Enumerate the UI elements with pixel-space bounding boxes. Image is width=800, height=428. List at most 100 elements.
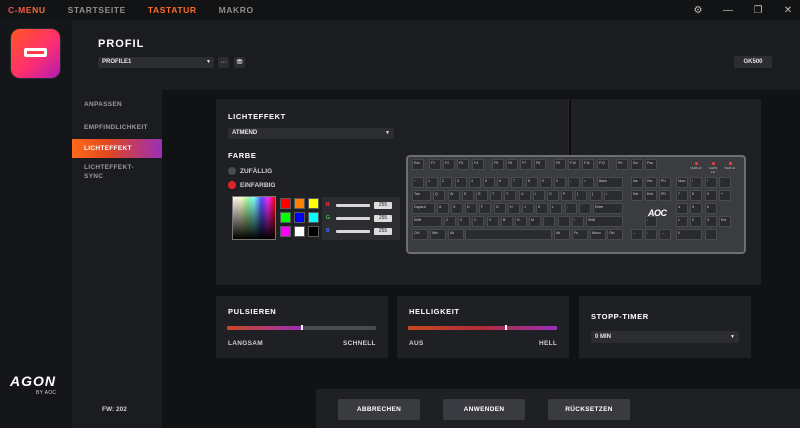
keyboard-key[interactable]: 8 xyxy=(526,177,538,188)
keyboard-key[interactable]: Y xyxy=(504,190,516,201)
keyboard-key[interactable]: H xyxy=(508,203,520,214)
keyboard-key[interactable]: ; xyxy=(565,203,577,214)
keyboard-key[interactable]: 1 xyxy=(426,177,438,188)
keyboard-key[interactable]: I xyxy=(533,190,545,201)
keyboard-key[interactable]: CapsLk xyxy=(412,203,435,214)
keyboard-key[interactable]: Enter xyxy=(593,203,623,214)
keyboard-key[interactable]: , xyxy=(543,216,555,227)
keyboard-key[interactable]: W xyxy=(448,190,460,201)
keyboard-key[interactable]: P xyxy=(561,190,573,201)
keyboard-key[interactable]: X xyxy=(458,216,470,227)
keyboard-key[interactable]: = xyxy=(582,177,594,188)
keyboard-key[interactable]: V xyxy=(487,216,499,227)
keyboard-key[interactable]: Pau xyxy=(645,159,657,170)
keyboard-key[interactable]: 2 xyxy=(690,216,702,227)
subnav-lichteffekt-sync[interactable]: LICHTEFFEKT- SYNC xyxy=(72,163,162,181)
keyboard-key[interactable]: [ xyxy=(575,190,587,201)
keyboard-key[interactable]: Q xyxy=(433,190,445,201)
close-icon[interactable]: ✕ xyxy=(782,5,794,16)
effect-select[interactable]: ATMEND ▼ xyxy=(228,128,394,139)
rgb-slider-r[interactable] xyxy=(336,203,370,207)
keyboard-key[interactable]: D xyxy=(465,203,477,214)
keyboard-key[interactable]: F2 xyxy=(443,159,455,170)
keyboard-key[interactable]: 7 xyxy=(676,190,688,201)
keyboard-key[interactable]: * xyxy=(705,177,717,188)
keyboard-key[interactable]: 0 xyxy=(554,177,566,188)
keyboard-key[interactable]: Back xyxy=(597,177,623,188)
keyboard-key[interactable]: T xyxy=(490,190,502,201)
keyboard-key[interactable]: Shift xyxy=(412,216,442,227)
nav-startseite[interactable]: STARTSEITE xyxy=(60,5,126,15)
keyboard-key[interactable]: . xyxy=(558,216,570,227)
keyboard-key[interactable]: → xyxy=(659,229,671,240)
keyboard-key[interactable]: Ent xyxy=(719,216,731,227)
keyboard-key[interactable]: N xyxy=(515,216,527,227)
keyboard-key[interactable]: R xyxy=(476,190,488,201)
keyboard-key[interactable]: F9 xyxy=(554,159,566,170)
keyboard-key[interactable]: 6 xyxy=(497,177,509,188)
rgb-value-b[interactable]: 255 xyxy=(374,227,392,235)
keyboard-key[interactable]: ' xyxy=(579,203,591,214)
keyboard-key[interactable]: Fn xyxy=(572,229,588,240)
keyboard-key[interactable]: O xyxy=(547,190,559,201)
keyboard-key[interactable]: End xyxy=(645,190,657,201)
keyboard-key[interactable]: / xyxy=(572,216,584,227)
color-swatch[interactable] xyxy=(294,226,305,237)
keyboard-key[interactable]: PU xyxy=(659,177,671,188)
color-swatch[interactable] xyxy=(280,226,291,237)
keyboard-key[interactable]: F1 xyxy=(429,159,441,170)
keyboard-key[interactable]: PD xyxy=(659,190,671,201)
rgb-value-g[interactable]: 255 xyxy=(374,214,392,222)
pulse-slider-thumb[interactable] xyxy=(301,325,303,330)
keyboard-key[interactable] xyxy=(465,229,552,240)
keyboard-key[interactable]: K xyxy=(536,203,548,214)
keyboard-key[interactable]: F10 xyxy=(568,159,580,170)
more-options-button[interactable]: ··· xyxy=(218,57,229,68)
nav-makro[interactable]: MAKRO xyxy=(211,5,254,15)
keyboard-key[interactable]: 7 xyxy=(511,177,523,188)
keyboard-key[interactable]: F5 xyxy=(492,159,504,170)
radio-single[interactable]: EINFARBIG xyxy=(228,181,275,189)
keyboard-key[interactable]: 2 xyxy=(440,177,452,188)
keyboard-key[interactable]: Del xyxy=(631,190,643,201)
keyboard-key[interactable]: Hm xyxy=(645,177,657,188)
keyboard-key[interactable]: S xyxy=(451,203,463,214)
keyboard-key[interactable]: ] xyxy=(590,190,602,201)
restore-icon[interactable]: ❐ xyxy=(752,5,764,16)
cancel-button[interactable]: ABBRECHEN xyxy=(338,399,420,420)
keyboard-key[interactable]: F xyxy=(479,203,491,214)
keyboard-key[interactable]: 5 xyxy=(483,177,495,188)
keyboard-key[interactable]: Ctrl xyxy=(607,229,623,240)
keyboard-key[interactable]: U xyxy=(519,190,531,201)
rgb-slider-g[interactable] xyxy=(336,216,370,220)
color-swatch[interactable] xyxy=(280,212,291,223)
color-swatch[interactable] xyxy=(308,198,319,209)
keyboard-key[interactable]: Ctrl xyxy=(412,229,428,240)
keyboard-key[interactable]: 3 xyxy=(705,216,717,227)
keyboard-key[interactable]: Alt xyxy=(554,229,570,240)
reset-button[interactable]: RÜCKSETZEN xyxy=(548,399,630,420)
keyboard-key[interactable]: 4 xyxy=(676,203,688,214)
keyboard-key[interactable]: M xyxy=(529,216,541,227)
color-picker[interactable] xyxy=(232,196,276,240)
keyboard-key[interactable]: F12 xyxy=(597,159,609,170)
keyboard-key[interactable]: A xyxy=(437,203,449,214)
color-swatch[interactable] xyxy=(294,212,305,223)
color-swatch[interactable] xyxy=(280,198,291,209)
keyboard-key[interactable]: F3 xyxy=(457,159,469,170)
keyboard-key[interactable]: Num xyxy=(676,177,688,188)
keyboard-key[interactable]: C xyxy=(472,216,484,227)
keyboard-key[interactable]: Win xyxy=(430,229,446,240)
nav-tastatur[interactable]: TASTATUR xyxy=(140,5,197,15)
timer-select[interactable]: 0 MIN ▼ xyxy=(591,331,739,343)
keyboard-key[interactable]: \ xyxy=(604,190,623,201)
keyboard-key[interactable]: F8 xyxy=(534,159,546,170)
color-swatch[interactable] xyxy=(308,226,319,237)
radio-random[interactable]: ZUFÄLLIG xyxy=(228,167,272,175)
brightness-slider-thumb[interactable] xyxy=(505,325,507,330)
keyboard-key[interactable]: Menu xyxy=(590,229,606,240)
keyboard-key[interactable]: / xyxy=(690,177,702,188)
keyboard-key[interactable]: 0 xyxy=(676,229,702,240)
profile-icon-button[interactable]: ⛃ xyxy=(234,57,245,68)
pulse-slider[interactable] xyxy=(227,325,376,330)
